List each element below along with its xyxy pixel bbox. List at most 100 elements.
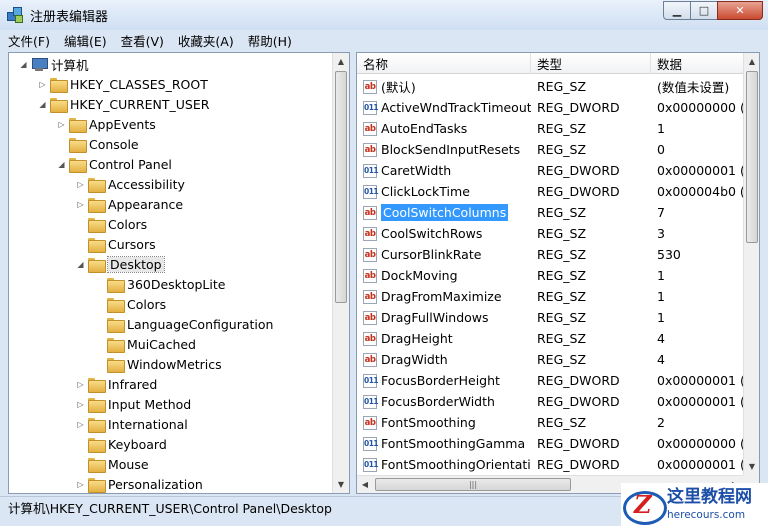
minimize-icon: ▁ — [672, 4, 682, 17]
value-data: 0x00000001 (1) — [657, 394, 743, 409]
binary-value-icon: 011 — [363, 184, 379, 199]
column-header-name[interactable]: 名称 — [357, 53, 531, 74]
tree-node[interactable]: ▷ Infrared — [76, 374, 157, 394]
value-name: DockMoving — [381, 268, 458, 283]
tree-node[interactable]: Console — [57, 134, 139, 154]
tree-node[interactable]: WindowMetrics — [95, 354, 222, 374]
collapse-arrow-icon[interactable]: ◢ — [19, 60, 28, 69]
menu-help[interactable]: 帮助(H) — [242, 31, 298, 50]
tree-node[interactable]: Colors — [95, 294, 166, 314]
expand-arrow-icon[interactable]: ▷ — [38, 80, 47, 89]
tree-node-label: International — [108, 416, 188, 432]
value-row[interactable]: ab DragFullWindows REG_SZ 1 — [357, 307, 743, 328]
value-row[interactable]: 011FocusBorderWidth REG_DWORD 0x00000001 (… — [357, 391, 743, 412]
scroll-down-icon[interactable]: ▼ — [333, 476, 349, 493]
value-row[interactable]: ab DragFromMaximize REG_SZ 1 — [357, 286, 743, 307]
scroll-left-icon[interactable]: ◀ — [357, 476, 373, 493]
scroll-up-icon[interactable]: ▲ — [744, 53, 759, 70]
value-row[interactable]: 011 FocusBorderHeight REG_DWORD 0x00000001 … — [357, 370, 743, 391]
scroll-down-icon[interactable]: ▼ — [744, 458, 759, 475]
value-row[interactable]: 011ClickLockTime REG_DWORD 0x000004b0 (120… — [357, 181, 743, 202]
maximize-icon: □ — [698, 4, 710, 17]
expand-arrow-icon[interactable]: ▷ — [57, 120, 66, 129]
value-row[interactable]: ab AutoEndTasks REG_SZ 1 — [357, 118, 743, 139]
value-name-cell: 011 FocusBorderHeight — [357, 373, 531, 388]
value-row[interactable]: 011 FontSmoothingOrientati... REG_DWORD 0x0… — [357, 454, 743, 475]
value-name: AutoEndTasks — [381, 121, 468, 136]
collapse-arrow-icon[interactable]: ◢ — [57, 160, 66, 169]
collapse-arrow-icon[interactable]: ◢ — [76, 260, 85, 269]
value-type: REG_SZ — [537, 121, 587, 136]
tree-node[interactable]: ▷ International — [76, 414, 188, 434]
collapse-arrow-icon[interactable]: ◢ — [38, 100, 47, 109]
tree-node[interactable]: ▷ HKEY_CLASSES_ROOT — [38, 74, 208, 94]
value-name: DragFromMaximize — [381, 289, 502, 304]
menu-file[interactable]: 文件(F) — [2, 31, 56, 50]
expand-arrow-icon[interactable]: ▷ — [76, 420, 85, 429]
tree-node[interactable]: Mouse — [76, 454, 149, 474]
minimize-button[interactable]: ▁ — [663, 1, 691, 20]
column-header-type[interactable]: 类型 — [531, 53, 651, 74]
tree-scroll-thumb[interactable] — [335, 71, 347, 303]
tree-node[interactable]: ◢ Desktop — [76, 254, 165, 274]
tree-node-label: Colors — [108, 216, 148, 232]
tree-vertical-scrollbar[interactable]: ▲ ▼ — [332, 53, 349, 493]
value-row[interactable]: 011 FontSmoothingGamma REG_DWORD 0x00000000… — [357, 433, 743, 454]
watermark-logo-icon: Z — [623, 487, 667, 525]
watermark-url: herecours.com — [667, 508, 746, 521]
value-row[interactable]: ab CoolSwitchRows REG_SZ 3 — [357, 223, 743, 244]
tree-node[interactable]: ◢ HKEY_CURRENT_USER — [38, 94, 209, 114]
expand-arrow-icon[interactable]: ▷ — [76, 400, 85, 409]
maximize-button[interactable]: □ — [690, 1, 718, 20]
tree-node[interactable]: ◢ Control Panel — [57, 154, 172, 174]
value-row[interactable]: ab CoolSwitchColumns REG_SZ 7 — [357, 202, 743, 223]
value-name-cell: 011 FontSmoothingGamma — [357, 436, 531, 451]
values-hscroll-thumb[interactable]: ||| — [375, 478, 571, 491]
expand-arrow-icon[interactable]: ▷ — [76, 180, 85, 189]
value-type: REG_DWORD — [537, 457, 620, 472]
expand-arrow-icon[interactable]: ▷ — [76, 200, 85, 209]
menu-favorites[interactable]: 收藏夹(A) — [172, 31, 240, 50]
value-row[interactable]: 011CaretWidth REG_DWORD 0x00000001 (1) — [357, 160, 743, 181]
value-data: 0x00000000 (0) — [657, 100, 743, 115]
value-row[interactable]: ab FontSmoothing REG_SZ 2 — [357, 412, 743, 433]
value-row[interactable]: ab (默认) REG_SZ (数值未设置) — [357, 76, 743, 97]
tree-node[interactable]: ▷ Appearance — [76, 194, 183, 214]
value-data: 0x00000001 (1) — [657, 457, 743, 472]
folder-icon — [88, 437, 106, 453]
tree-node[interactable]: Keyboard — [76, 434, 167, 454]
value-name: CoolSwitchRows — [381, 226, 483, 241]
tree-node[interactable]: LanguageConfiguration — [95, 314, 273, 334]
tree-node[interactable]: ▷ AppEvents — [57, 114, 156, 134]
folder-icon — [107, 357, 125, 373]
value-row[interactable]: ab DockMoving REG_SZ 1 — [357, 265, 743, 286]
expand-arrow-icon[interactable]: ▷ — [76, 480, 85, 489]
tree-node[interactable]: ▷ Accessibility — [76, 174, 185, 194]
tree-node[interactable]: 360DesktopLite — [95, 274, 225, 294]
value-type: REG_SZ — [537, 352, 587, 367]
menu-view[interactable]: 查看(V) — [115, 31, 170, 50]
values-scroll-thumb[interactable] — [746, 71, 758, 243]
status-path: 计算机\HKEY_CURRENT_USER\Control Panel\Desk… — [8, 501, 332, 516]
tree-node-label: 计算机 — [51, 57, 89, 73]
value-data: 1 — [657, 289, 665, 304]
tree-node[interactable]: ▷ Personalization — [76, 474, 203, 493]
binary-value-icon: 011 — [363, 457, 379, 472]
scroll-up-icon[interactable]: ▲ — [333, 53, 349, 70]
value-row[interactable]: ab DragWidth REG_SZ 4 — [357, 349, 743, 370]
value-row[interactable]: ab BlockSendInputResets REG_SZ 0 — [357, 139, 743, 160]
value-row[interactable]: 011 ActiveWndTrackTimeout REG_DWORD 0x00000… — [357, 97, 743, 118]
value-row[interactable]: ab CursorBlinkRate REG_SZ 530 — [357, 244, 743, 265]
expand-arrow-icon[interactable]: ▷ — [76, 380, 85, 389]
values-vertical-scrollbar[interactable]: ▲ ▼ — [743, 53, 759, 475]
tree-node[interactable]: ◢ 计算机 — [19, 54, 89, 74]
close-button[interactable]: ✕ — [717, 1, 763, 20]
tree-node-label: WindowMetrics — [127, 356, 222, 372]
value-row[interactable]: ab DragHeight REG_SZ 4 — [357, 328, 743, 349]
tree-node[interactable]: Colors — [76, 214, 147, 234]
column-header-data[interactable]: 数据 — [651, 53, 743, 74]
tree-node[interactable]: ▷ Input Method — [76, 394, 191, 414]
tree-node[interactable]: MuiCached — [95, 334, 196, 354]
menu-edit[interactable]: 编辑(E) — [58, 31, 113, 50]
tree-node[interactable]: Cursors — [76, 234, 156, 254]
